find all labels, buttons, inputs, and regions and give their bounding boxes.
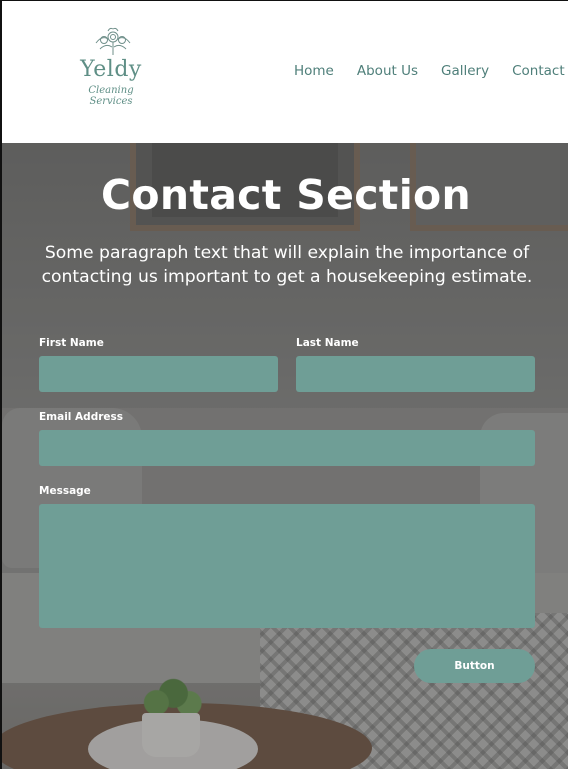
first-name-field[interactable] <box>39 356 278 392</box>
nav-item-contact[interactable]: Contact <box>512 63 565 79</box>
submit-button[interactable]: Button <box>414 649 535 683</box>
last-name-label: Last Name <box>296 337 359 349</box>
last-name-field[interactable] <box>296 356 535 392</box>
brand-tagline: Cleaning Services <box>88 85 134 107</box>
page: Yeldy Cleaning Services Home About Us Ga… <box>0 0 568 769</box>
message-field[interactable] <box>39 504 535 628</box>
section-title: Contact Section <box>100 171 472 219</box>
nav-item-home[interactable]: Home <box>294 63 334 79</box>
nav-item-gallery[interactable]: Gallery <box>441 63 489 79</box>
contact-section: Contact Section Some paragraph text that… <box>2 143 568 769</box>
site-header: Yeldy Cleaning Services Home About Us Ga… <box>2 1 568 143</box>
main-nav: Home About Us Gallery Contact <box>294 63 568 79</box>
section-description: Some paragraph text that will explain th… <box>41 243 533 287</box>
first-name-label: First Name <box>39 337 104 349</box>
nav-item-about-us[interactable]: About Us <box>357 63 418 79</box>
brand-name: Yeldy <box>80 57 142 82</box>
email-field[interactable] <box>39 430 535 466</box>
flower-icon <box>95 27 131 55</box>
message-label: Message <box>39 485 91 497</box>
logo[interactable]: Yeldy Cleaning Services <box>70 23 152 107</box>
email-label: Email Address <box>39 411 124 423</box>
